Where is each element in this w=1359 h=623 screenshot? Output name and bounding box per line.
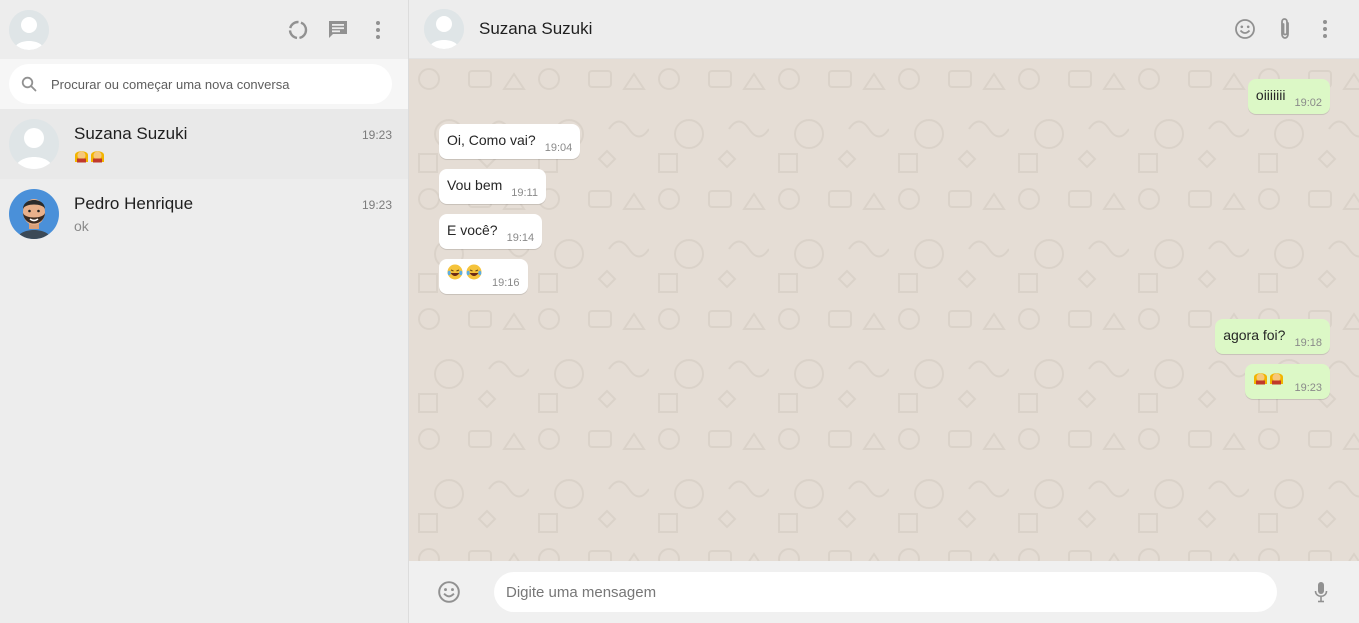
contact-name[interactable]: Suzana Suzuki bbox=[479, 19, 1225, 39]
message-emoji bbox=[447, 264, 483, 283]
smiley-icon bbox=[438, 581, 460, 603]
message-text: Vou bem bbox=[447, 177, 503, 193]
status-icon bbox=[288, 20, 308, 39]
incoming-message[interactable]: Oi, Como vai? 19:04 bbox=[439, 124, 581, 159]
search-icon bbox=[21, 76, 37, 92]
incoming-message[interactable]: 19:16 bbox=[439, 259, 528, 294]
outgoing-message[interactable]: agora foi? 19:18 bbox=[1215, 319, 1330, 354]
chat-list: Suzana Suzuki 19:23 Pedro Henrique 19:23… bbox=[0, 109, 408, 623]
message-row: Oi, Como vai? 19:04 bbox=[439, 124, 1330, 159]
my-profile-avatar[interactable] bbox=[9, 9, 49, 50]
two-person-emoji-icon bbox=[1254, 373, 1284, 385]
message-time: 19:04 bbox=[544, 142, 573, 154]
chat-name: Suzana Suzuki bbox=[74, 123, 188, 143]
smiley-icon bbox=[1235, 19, 1255, 39]
person-avatar-icon bbox=[9, 189, 59, 239]
sidebar-header bbox=[0, 0, 408, 59]
message-time: 19:18 bbox=[1294, 337, 1322, 349]
sidebar-menu-button[interactable] bbox=[358, 10, 398, 50]
two-person-emoji-icon bbox=[75, 150, 104, 162]
composer-emoji-button[interactable] bbox=[429, 572, 469, 612]
message-row: 19:23 bbox=[439, 364, 1330, 399]
conversation-menu-button[interactable] bbox=[1305, 9, 1345, 49]
paperclip-icon bbox=[1281, 18, 1289, 39]
chat-last-message bbox=[74, 147, 392, 165]
message-time: 19:16 bbox=[492, 277, 520, 289]
message-row: oiiiiiii 19:02 bbox=[439, 79, 1330, 114]
search-input[interactable] bbox=[51, 76, 380, 92]
sidebar: Suzana Suzuki 19:23 bbox=[0, 0, 409, 623]
new-chat-button[interactable] bbox=[318, 10, 358, 50]
incoming-message[interactable]: E você? 19:14 bbox=[439, 214, 543, 249]
message-area[interactable]: oiiiiiii 19:02 Oi, Como vai? 19:04 Vou b… bbox=[409, 59, 1359, 561]
outgoing-message[interactable]: oiiiiiii 19:02 bbox=[1247, 79, 1330, 114]
message-composer bbox=[409, 561, 1359, 623]
message-row: E você? 19:14 bbox=[439, 214, 1330, 249]
message-text: oiiiiiii bbox=[1255, 87, 1286, 103]
more-vertical-icon bbox=[376, 20, 380, 39]
message-text: E você? bbox=[447, 222, 498, 238]
message-time: 19:02 bbox=[1294, 97, 1322, 109]
chat-item-pedro-henrique[interactable]: Pedro Henrique 19:23 ok bbox=[0, 179, 408, 249]
default-avatar-icon bbox=[9, 119, 59, 169]
conversation-header: Suzana Suzuki bbox=[409, 0, 1359, 59]
attach-button[interactable] bbox=[1265, 9, 1305, 49]
chat-icon bbox=[329, 20, 347, 38]
message-time: 19:23 bbox=[1294, 382, 1322, 394]
message-row: 19:16 bbox=[439, 259, 1330, 294]
message-input[interactable] bbox=[506, 583, 1265, 601]
message-input-box bbox=[494, 572, 1277, 612]
conversation-panel: Suzana Suzuki oiiiiiii 19:02 Oi, Como va… bbox=[409, 0, 1359, 623]
search-bar bbox=[0, 59, 408, 109]
chat-name: Pedro Henrique bbox=[74, 193, 194, 213]
contact-avatar[interactable] bbox=[424, 9, 464, 49]
outgoing-message[interactable]: 19:23 bbox=[1245, 364, 1330, 399]
message-text: agora foi? bbox=[1223, 327, 1286, 343]
message-emoji bbox=[1253, 369, 1285, 388]
avatar bbox=[9, 119, 59, 169]
chat-time: 19:23 bbox=[361, 197, 392, 212]
emoji-button[interactable] bbox=[1225, 9, 1265, 49]
avatar bbox=[9, 189, 59, 239]
chat-item-suzana-suzuki[interactable]: Suzana Suzuki 19:23 bbox=[0, 109, 408, 179]
chat-last-message: ok bbox=[74, 217, 89, 234]
incoming-message[interactable]: Vou bem 19:11 bbox=[439, 169, 546, 204]
chat-time: 19:23 bbox=[361, 127, 392, 142]
search-box bbox=[9, 64, 392, 104]
laughing-tears-emoji-icon bbox=[447, 264, 482, 280]
default-avatar-icon bbox=[9, 9, 49, 50]
message-row: Vou bem 19:11 bbox=[439, 169, 1330, 204]
status-button[interactable] bbox=[278, 10, 318, 50]
voice-record-button[interactable] bbox=[1301, 572, 1341, 612]
microphone-icon bbox=[1314, 582, 1328, 603]
default-avatar-icon bbox=[424, 9, 464, 49]
message-row: agora foi? 19:18 bbox=[439, 319, 1330, 354]
message-text: Oi, Como vai? bbox=[447, 132, 536, 148]
more-vertical-icon bbox=[1323, 20, 1327, 38]
message-time: 19:14 bbox=[506, 232, 535, 244]
message-time: 19:11 bbox=[511, 187, 538, 199]
